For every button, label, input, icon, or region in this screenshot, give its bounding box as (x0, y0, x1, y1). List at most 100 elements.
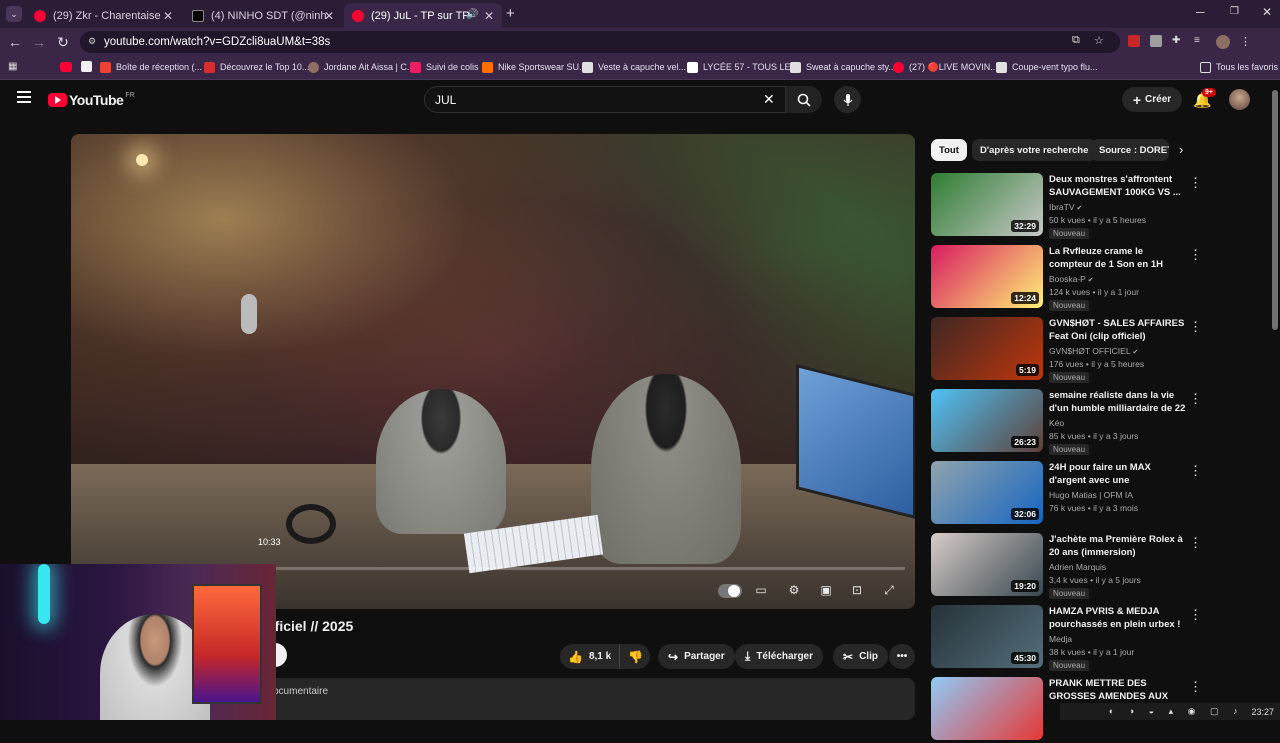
recommendation-thumbnail[interactable]: 45:30 (931, 605, 1043, 668)
menu-dots-icon[interactable]: ⋮ (1240, 35, 1252, 48)
more-options-icon[interactable]: ⋮ (1189, 175, 1202, 191)
address-bar[interactable]: ⚙ youtube.com/watch?v=GDZcli8uaUM&t=38s … (80, 31, 1120, 53)
media-icon[interactable]: ≡ (1194, 35, 1206, 47)
more-options-icon[interactable]: ⋮ (1189, 319, 1202, 335)
recommendation-title[interactable]: GVN$HØT - SALES AFFAIRES Feat Oni (clip … (1049, 317, 1187, 343)
autoplay-toggle[interactable] (718, 584, 742, 598)
recommendation-title[interactable]: J'achète ma Première Rolex à 20 ans (imm… (1049, 533, 1187, 559)
search-input[interactable]: JUL ✕ (424, 86, 786, 113)
more-options-icon[interactable]: ⋮ (1189, 535, 1202, 551)
share-button[interactable]: ↪ Partager (658, 644, 735, 669)
recommendation-item[interactable]: 32:29 Deux monstres s'affrontent SAUVAGEM… (931, 173, 1202, 239)
apps-grid-icon[interactable]: ▦ (8, 61, 17, 72)
chip-source[interactable]: Source : DORET (1091, 139, 1169, 161)
bookmark-8[interactable]: Sweat à capuche sty... (790, 60, 896, 74)
recommendation-channel[interactable]: IbraTV ✔ (1049, 202, 1082, 212)
create-button[interactable]: + Créer (1122, 87, 1182, 112)
recommendation-channel[interactable]: Booska-P ✔ (1049, 274, 1094, 284)
extension-red-icon[interactable] (1128, 35, 1140, 47)
youtube-bookmark-icon[interactable] (60, 62, 72, 72)
recommendation-title[interactable]: La Rvfleuze crame le compteur de 1 Son e… (1049, 245, 1187, 271)
recommendation-channel[interactable]: Hugo Matias | OFM IA (1049, 490, 1133, 500)
chips-next-icon[interactable]: › (1179, 142, 1183, 157)
recommendation-item[interactable]: 12:24 La Rvfleuze crame le compteur de 1 … (931, 245, 1202, 311)
reload-icon[interactable]: ↻ (54, 33, 72, 51)
forward-icon[interactable]: → (30, 33, 48, 51)
close-tab-icon[interactable]: ✕ (324, 9, 334, 23)
more-options-icon[interactable]: ⋮ (1189, 463, 1202, 479)
recommendation-thumbnail[interactable] (931, 677, 1043, 740)
tab-1[interactable]: (29) Zkr - Charentaise (feat. RK) ✕ (26, 3, 181, 28)
recommendation-title[interactable]: PRANK METTRE DES GROSSES AMENDES AUX GEN… (1049, 677, 1187, 703)
recommendation-item[interactable]: 32:06 24H pour faire un MAX d'argent avec… (931, 461, 1202, 527)
recommendation-thumbnail[interactable]: 32:29 (931, 173, 1043, 236)
hamburger-menu-icon[interactable] (17, 91, 31, 103)
subtitles-icon[interactable]: ▭ (752, 583, 770, 599)
bookmark-1[interactable]: Boîte de réception (... (100, 60, 202, 74)
site-info-icon[interactable]: ⚙ (88, 36, 96, 47)
recommendation-thumbnail[interactable]: 12:24 (931, 245, 1043, 308)
recommendation-item[interactable]: 26:23 semaine réaliste dans la vie d'un h… (931, 389, 1202, 455)
profile-avatar-icon[interactable] (1216, 35, 1230, 49)
bookmark-6[interactable]: Veste à capuche vel... (582, 60, 686, 74)
thumbs-down-icon[interactable]: 👎 (620, 650, 643, 664)
recommendation-title[interactable]: semaine réaliste dans la vie d'un humble… (1049, 389, 1187, 415)
tab-3-active[interactable]: (29) JuL - TP sur TP // Docu 🔊 ✕ (344, 3, 502, 28)
recommendation-channel[interactable]: GVN$HØT OFFICIEL ✔ (1049, 346, 1138, 356)
recommendation-thumbnail[interactable]: 5:19 (931, 317, 1043, 380)
extension-grey-icon[interactable] (1150, 35, 1162, 47)
close-tab-icon[interactable]: ✕ (163, 9, 173, 23)
recommendation-item[interactable]: 5:19 GVN$HØT - SALES AFFAIRES Feat Oni (c… (931, 317, 1202, 383)
miniplayer-icon[interactable]: ▣ (817, 583, 835, 599)
search-button[interactable] (786, 86, 822, 113)
recommendation-item[interactable]: 45:30 HAMZA PVRIS & MEDJA pourchassés en … (931, 605, 1202, 671)
puzzle-icon[interactable]: ✚ (1172, 35, 1184, 47)
recommendation-channel[interactable]: Kéo (1049, 418, 1064, 428)
youtube-logo[interactable]: YouTube FR (48, 92, 135, 108)
bookmark-9[interactable]: (27) 🔴LIVE MOVIN... (893, 60, 998, 74)
google-bookmark-icon[interactable] (81, 61, 92, 72)
recommendation-thumbnail[interactable]: 19:20 (931, 533, 1043, 596)
bookmark-3[interactable]: Jordane Ait Aissa | C... (308, 60, 414, 74)
bookmark-5[interactable]: Nike Sportswear SU... (482, 60, 587, 74)
more-options-icon[interactable]: ⋮ (1189, 247, 1202, 263)
settings-gear-icon[interactable]: ⚙ (785, 583, 803, 599)
download-button[interactable]: ⤓ Télécharger (735, 644, 824, 669)
recommendation-title[interactable]: HAMZA PVRIS & MEDJA pourchassés en plein… (1049, 605, 1187, 631)
install-icon[interactable]: ⧉ (1072, 34, 1080, 47)
recommendation-title[interactable]: 24H pour faire un MAX d'argent avec une … (1049, 461, 1187, 487)
new-tab-icon[interactable]: + (506, 5, 515, 22)
bookmark-4[interactable]: Suivi de colis (410, 60, 479, 74)
tab-search-button[interactable]: ⌄ (6, 6, 22, 22)
back-icon[interactable]: ← (6, 33, 24, 51)
scrollbar[interactable] (1272, 90, 1278, 330)
close-window-icon[interactable]: ✕ (1262, 5, 1272, 19)
video-player[interactable] (71, 134, 915, 609)
more-options-icon[interactable]: ⋮ (1189, 391, 1202, 407)
bookmark-star-icon[interactable]: ☆ (1094, 34, 1104, 47)
account-avatar[interactable] (1229, 89, 1250, 110)
recommendation-thumbnail[interactable]: 32:06 (931, 461, 1043, 524)
all-favorites[interactable]: Tous les favoris (1200, 60, 1278, 74)
notifications-button[interactable]: 🔔 9+ (1193, 88, 1216, 109)
recommendation-item[interactable]: 19:20 J'achète ma Première Rolex à 20 ans… (931, 533, 1202, 599)
fullscreen-icon[interactable]: ⤢ (880, 583, 898, 599)
speaker-icon[interactable]: 🔊 (466, 9, 478, 20)
clear-search-icon[interactable]: ✕ (763, 91, 775, 108)
recommendation-title[interactable]: Deux monstres s'affrontent SAUVAGEMENT 1… (1049, 173, 1187, 199)
cast-icon[interactable]: ⊡ (848, 583, 866, 599)
recommendation-thumbnail[interactable]: 26:23 (931, 389, 1043, 452)
like-button[interactable]: 👍 8,1 k (560, 644, 620, 669)
chip-related-search[interactable]: D'après votre recherche (972, 139, 1097, 161)
clip-button[interactable]: ✂ Clip (833, 644, 888, 669)
recommendation-channel[interactable]: Adrien Marquis (1049, 562, 1106, 572)
bookmark-7[interactable]: LYCÉE 57 - TOUS LE... (687, 60, 798, 74)
voice-search-button[interactable] (834, 86, 861, 113)
more-actions-button[interactable]: ••• (889, 644, 915, 669)
bookmark-10[interactable]: Coupe-vent typo flu... (996, 60, 1098, 74)
close-tab-icon[interactable]: ✕ (484, 9, 494, 23)
recommendation-channel[interactable]: Medja (1049, 634, 1072, 644)
bookmark-2[interactable]: Découvrez le Top 10... (204, 60, 309, 74)
restore-icon[interactable]: ❐ (1230, 6, 1239, 17)
chip-all[interactable]: Tout (931, 139, 967, 161)
